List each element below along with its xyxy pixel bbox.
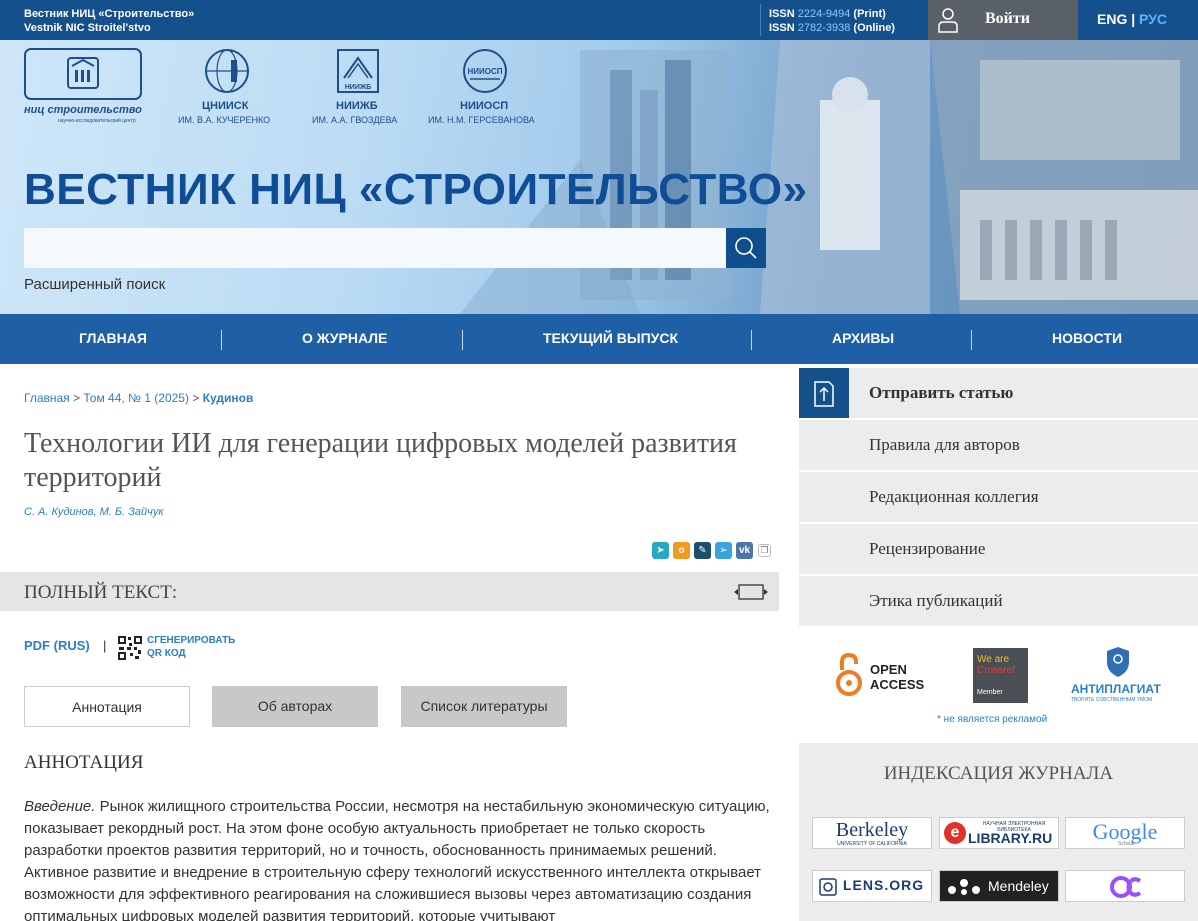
niizhb-logo[interactable]: НИИЖБ НИИЖБ ИМ. А.А. ГВОЗДЕВА	[312, 48, 412, 128]
open-access-icon	[836, 652, 862, 696]
niiosp-emblem-icon: НИИОСП	[463, 49, 507, 93]
not-advertising-note: * не является рекламой	[937, 714, 1048, 725]
nic-logo[interactable]: ниц строительство научно-исследовательск…	[24, 48, 144, 128]
issn-info: ISSN 2224-9494 (Print) ISSN 2782-3938 (O…	[769, 8, 895, 34]
generate-qr-link[interactable]: СГЕНЕРИРОВАТЬ QR КОД	[147, 634, 247, 660]
article-title: Технологии ИИ для генерации цифровых мод…	[24, 428, 737, 493]
opencitations-badge[interactable]	[1065, 870, 1185, 902]
lang-separator: |	[1131, 11, 1136, 27]
qr-code-icon[interactable]	[117, 635, 143, 661]
nav-divider	[221, 330, 222, 350]
indexing-heading: ИНДЕКСАЦИЯ ЖУРНАЛА	[883, 763, 1114, 784]
sidebar-author-rules[interactable]: Правила для авторов	[799, 420, 1198, 470]
article-authors[interactable]: С. А. Кудинов, М. Б. Зайчук	[24, 506, 164, 518]
livejournal-icon[interactable]: ✎	[694, 542, 711, 559]
breadcrumb-issue[interactable]: Том 44, № 1 (2025)	[83, 391, 189, 405]
search-input[interactable]	[24, 228, 726, 268]
cniisk-logo[interactable]: ЦНИИСК ИМ. В.А. КУЧЕРЕНКО	[178, 48, 278, 128]
annotation-heading: АННОТАЦИЯ	[24, 752, 144, 773]
tab-references[interactable]: Список литературы	[401, 686, 567, 727]
sidebar-peer-review[interactable]: Рецензирование	[799, 524, 1198, 574]
niizhb-emblem-icon: НИИЖБ	[337, 49, 379, 93]
language-switch: ENG | РУС	[1097, 11, 1167, 27]
upload-document-icon	[814, 381, 834, 407]
top-bar: Вестник НИЦ «Строительство» Vestnik NIC …	[0, 0, 1198, 40]
lens-badge[interactable]: LENS.ORG	[812, 870, 932, 902]
nav-about[interactable]: О ЖУРНАЛЕ	[302, 330, 387, 346]
nav-current-issue[interactable]: ТЕКУЩИЙ ВЫПУСК	[543, 330, 678, 346]
mendeley-icon	[948, 879, 980, 895]
lens-icon	[819, 878, 837, 896]
svg-text:НИИОСП: НИИОСП	[467, 67, 502, 76]
share-icon[interactable]: ➤	[652, 542, 669, 559]
journal-title: ВЕСТНИК НИЦ «СТРОИТЕЛЬСТВО»	[24, 165, 808, 214]
google-scholar-badge[interactable]: Google Scholar	[1065, 817, 1185, 849]
breadcrumb-current: Кудинов	[202, 391, 254, 405]
sidebar-editorial-board[interactable]: Редакционная коллегия	[799, 472, 1198, 522]
breadcrumb: Главная > Том 44, № 1 (2025) > Кудинов	[24, 391, 254, 405]
topbar-divider	[760, 4, 761, 36]
telegram-icon[interactable]: ➢	[715, 542, 732, 559]
annotation-text: Введение. Рынок жилищного строительства …	[24, 798, 770, 921]
crossref-badge[interactable]: We are Crossref Member	[973, 648, 1028, 703]
antiplagiat-badge[interactable]: АНТИПЛАГИАТ ТВОРИТЕ СОБСТВЕННЫМ УМОМ	[1071, 646, 1171, 706]
copy-icon[interactable]: ❐	[758, 544, 771, 557]
login-label: Войти	[985, 10, 1030, 27]
expand-width-icon[interactable]	[733, 584, 769, 600]
niiosp-logo[interactable]: НИИОСП НИИОСП ИМ. Н.М. ГЕРСЕВАНОВА	[428, 48, 548, 128]
full-text-bar: ПОЛНЫЙ ТЕКСТ:	[0, 572, 779, 611]
tab-authors[interactable]: Об авторах	[212, 686, 378, 727]
nav-divider	[751, 330, 752, 350]
partner-badges: OPEN ACCESS We are Crossref Member АНТИП…	[799, 640, 1198, 740]
sidebar-item-label: Редакционная коллегия	[869, 487, 1039, 506]
odnoklassniki-icon[interactable]: о	[673, 542, 690, 559]
journal-name: Вестник НИЦ «Строительство» Vestnik NIC …	[24, 8, 195, 34]
sidebar-item-label: Рецензирование	[869, 539, 986, 558]
open-access-badge[interactable]: OPEN ACCESS	[835, 652, 935, 702]
mendeley-badge[interactable]: Mendeley	[939, 870, 1059, 902]
search-button[interactable]	[726, 228, 766, 268]
nav-home[interactable]: ГЛАВНАЯ	[79, 330, 147, 346]
search-icon	[735, 237, 757, 259]
sidebar-item-label: Правила для авторов	[869, 435, 1020, 454]
submit-icon-box	[799, 368, 849, 418]
lang-en-link[interactable]: ENG	[1097, 11, 1127, 27]
svg-text:НИИЖБ: НИИЖБ	[345, 84, 371, 91]
main-nav: ГЛАВНАЯ О ЖУРНАЛЕ ТЕКУЩИЙ ВЫПУСК АРХИВЫ …	[0, 314, 1198, 364]
shield-icon	[1107, 647, 1129, 677]
user-icon	[938, 8, 958, 33]
full-text-label: ПОЛНЫЙ ТЕКСТ:	[24, 582, 178, 603]
nav-divider	[462, 330, 463, 350]
nav-news[interactable]: НОВОСТИ	[1052, 330, 1122, 346]
globe-emblem-icon	[205, 49, 249, 93]
lang-ru-link[interactable]: РУС	[1139, 11, 1167, 27]
vk-icon[interactable]: vk	[736, 542, 753, 559]
sidebar-publication-ethics[interactable]: Этика публикаций	[799, 576, 1198, 626]
sidebar-item-label: Отправить статью	[869, 383, 1014, 402]
sidebar-item-label: Этика публикаций	[869, 591, 1003, 610]
login-button[interactable]: Войти	[928, 0, 1078, 40]
pdf-download-link[interactable]: PDF (RUS)	[24, 638, 90, 653]
breadcrumb-home[interactable]: Главная	[24, 391, 70, 405]
elibrary-badge[interactable]: e НАУЧНАЯ ЭЛЕКТРОННАЯ БИБЛИОТЕКА LIBRARY…	[939, 817, 1059, 849]
nav-divider	[971, 330, 972, 350]
nic-emblem-icon	[24, 48, 142, 100]
journal-indexing: ИНДЕКСАЦИЯ ЖУРНАЛА Berkeley UNIVERSITY O…	[799, 743, 1198, 921]
hero-banner: ниц строительство научно-исследовательск…	[0, 40, 1198, 314]
tab-abstract[interactable]: Аннотация	[24, 686, 190, 727]
advanced-search-link[interactable]: Расширенный поиск	[24, 276, 165, 293]
pdf-separator: |	[103, 638, 107, 653]
opencitations-icon	[1110, 876, 1142, 898]
sidebar-submit-article[interactable]: Отправить статью	[799, 368, 1198, 418]
berkeley-badge[interactable]: Berkeley UNIVERSITY OF CALIFORNIA	[812, 817, 932, 849]
nav-archives[interactable]: АРХИВЫ	[832, 330, 894, 346]
